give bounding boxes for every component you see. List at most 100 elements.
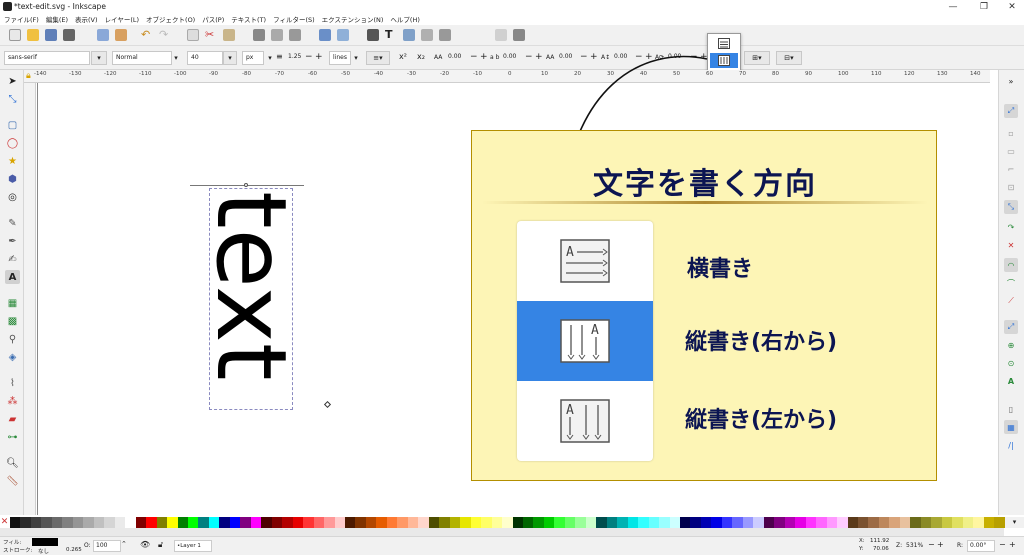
eraser-tool-icon[interactable]: ▰ xyxy=(5,412,20,426)
document-properties-icon[interactable] xyxy=(513,29,525,41)
palette-swatch[interactable] xyxy=(355,517,366,528)
palette-swatch[interactable] xyxy=(857,517,869,528)
palette-swatch[interactable] xyxy=(491,517,503,528)
cut-icon[interactable]: ✂ xyxy=(205,29,217,41)
palette-swatch[interactable] xyxy=(397,517,408,528)
xml-editor-icon[interactable] xyxy=(421,29,433,41)
palette-swatch[interactable] xyxy=(575,517,586,528)
palette-swatch[interactable] xyxy=(533,517,544,528)
snap-bbox-midpoint-icon[interactable]: ⊡ xyxy=(1004,180,1018,194)
palette-swatch[interactable] xyxy=(407,517,419,528)
palette-swatch[interactable] xyxy=(952,517,963,528)
palette-swatch[interactable] xyxy=(167,517,178,528)
menu-file[interactable]: ファイル(F) xyxy=(4,14,39,24)
zoom-decrement[interactable]: − xyxy=(928,540,935,549)
pencil-tool-icon[interactable]: ✎ xyxy=(5,216,20,230)
line-spacing-increment[interactable]: + xyxy=(315,52,323,62)
commands-overflow-icon[interactable]: » xyxy=(1004,74,1018,88)
palette-swatch[interactable] xyxy=(606,517,618,528)
menu-object[interactable]: オブジェクト(O) xyxy=(146,14,195,24)
snap-bbox-icon[interactable]: ▫ xyxy=(1004,126,1018,140)
maximize-button[interactable]: ❐ xyxy=(974,0,994,13)
text-tool-icon[interactable]: A xyxy=(5,270,20,284)
rectangle-tool-icon[interactable]: ▢ xyxy=(5,118,20,132)
font-style-input[interactable]: Normal xyxy=(112,51,172,65)
unlink-clone-icon[interactable] xyxy=(289,29,301,41)
palette-swatch[interactable] xyxy=(774,517,785,528)
menu-extensions[interactable]: エクステンション(N) xyxy=(322,14,384,24)
palette-swatch[interactable] xyxy=(72,517,84,528)
measure-tool-icon[interactable]: 📏︎ xyxy=(5,474,20,488)
palette-swatch[interactable] xyxy=(564,517,576,528)
palette-swatch[interactable] xyxy=(313,517,325,528)
palette-swatch[interactable] xyxy=(554,517,565,528)
snap-smooth-nodes-icon[interactable]: ⌒ xyxy=(1004,276,1018,290)
alignment-button[interactable]: ≡▾ xyxy=(366,51,390,65)
layer-lock-icon[interactable]: 🔓︎ xyxy=(158,540,163,550)
palette-swatch[interactable] xyxy=(512,517,523,528)
palette-swatch[interactable] xyxy=(439,517,450,528)
writing-mode-horizontal-option[interactable] xyxy=(710,36,738,51)
palette-swatch[interactable] xyxy=(920,517,932,528)
undo-icon[interactable]: ↶ xyxy=(141,29,153,41)
text-font-icon[interactable]: T xyxy=(385,29,397,41)
ungroup-icon[interactable] xyxy=(337,29,349,41)
letter-spacing-increment[interactable]: + xyxy=(480,52,488,62)
palette-swatch[interactable] xyxy=(20,517,31,528)
writing-mode-vertical-rtl-option[interactable] xyxy=(710,53,738,68)
snap-toggle-icon[interactable]: ⤢ xyxy=(1004,104,1018,118)
palette-swatch[interactable] xyxy=(41,517,52,528)
snap-guide-icon[interactable]: /| xyxy=(1004,438,1018,452)
chevron-down-icon[interactable]: ▾ xyxy=(264,51,276,65)
palette-swatch[interactable] xyxy=(983,517,995,528)
3d-box-tool-icon[interactable]: ⬢ xyxy=(5,172,20,186)
palette-swatch[interactable] xyxy=(690,517,701,528)
font-size-input[interactable]: 40 xyxy=(187,51,223,65)
canvas-rotation-input[interactable]: 0.00° xyxy=(967,540,995,552)
palette-swatch[interactable] xyxy=(659,517,670,528)
menu-text[interactable]: テキスト(T) xyxy=(231,14,266,24)
palette-swatch[interactable] xyxy=(868,517,879,528)
mesh-tool-icon[interactable]: ▩ xyxy=(5,314,20,328)
selector-tool-icon[interactable]: ➤ xyxy=(5,74,20,88)
line-spacing-decrement[interactable]: − xyxy=(305,52,313,62)
tweak-tool-icon[interactable]: ⌇ xyxy=(5,376,20,390)
font-family-dropdown[interactable]: ▾ xyxy=(91,51,107,65)
font-family-input[interactable]: sans-serif xyxy=(4,51,90,65)
snap-line-midpoints-icon[interactable]: ⟋ xyxy=(1004,294,1018,308)
palette-swatch[interactable] xyxy=(596,517,607,528)
letter-spacing-input[interactable]: 0.00 xyxy=(445,51,467,65)
snap-rotation-center-icon[interactable]: ⊙ xyxy=(1004,356,1018,370)
palette-swatch[interactable] xyxy=(386,517,398,528)
menu-help[interactable]: ヘルプ(H) xyxy=(390,14,419,24)
palette-swatch[interactable] xyxy=(198,517,209,528)
palette-menu-icon[interactable]: ▾ xyxy=(1005,517,1024,528)
font-size-dropdown[interactable]: ▾ xyxy=(223,51,237,65)
chevron-down-icon[interactable]: ▾ xyxy=(351,51,361,65)
stroke-width-value[interactable]: 0.265 xyxy=(66,547,82,553)
palette-swatch[interactable] xyxy=(753,517,764,528)
layer-select[interactable]: •Layer 1 xyxy=(174,540,212,552)
snap-paths-icon[interactable]: ↷ xyxy=(1004,220,1018,234)
spray-tool-icon[interactable]: ⁂ xyxy=(5,394,20,408)
palette-swatch[interactable] xyxy=(282,517,293,528)
palette-swatch[interactable] xyxy=(146,517,157,528)
duplicate-icon[interactable] xyxy=(253,29,265,41)
option-horizontal[interactable]: A xyxy=(517,221,653,301)
word-spacing-input[interactable]: 0.00 xyxy=(500,51,522,65)
palette-swatch[interactable] xyxy=(973,517,984,528)
letter-spacing-decrement[interactable]: − xyxy=(470,52,478,62)
copy-icon[interactable] xyxy=(187,29,199,41)
font-unit-select[interactable]: px xyxy=(242,51,264,65)
palette-swatch[interactable] xyxy=(941,517,953,528)
opacity-input[interactable]: 100 xyxy=(93,540,121,552)
ellipse-tool-icon[interactable]: ◯ xyxy=(5,136,20,150)
palette-swatch[interactable] xyxy=(460,517,471,528)
palette-swatch[interactable] xyxy=(585,517,597,528)
rotation-decrement[interactable]: − xyxy=(999,540,1006,549)
snap-nodes-icon[interactable]: ⤡ xyxy=(1004,200,1018,214)
vertical-ruler[interactable] xyxy=(24,83,36,515)
palette-swatch[interactable] xyxy=(303,517,314,528)
palette-swatch[interactable] xyxy=(502,517,513,528)
palette-swatch[interactable] xyxy=(742,517,754,528)
